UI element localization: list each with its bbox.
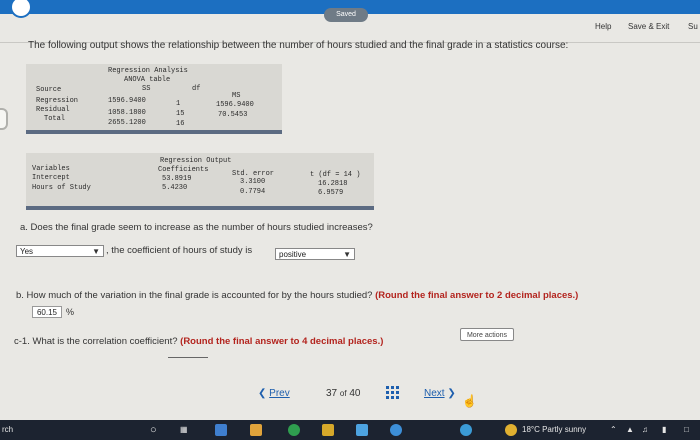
anova-row-ss: 1058.1800 xyxy=(108,109,146,117)
question-c1-instruction: (Round the final answer to 4 decimal pla… xyxy=(180,336,384,347)
anova-title: Regression Analysis xyxy=(108,67,188,75)
regression-row-coef: 53.8919 xyxy=(162,175,192,183)
regression-col-stderr: Std. error xyxy=(232,170,275,178)
regression-table: Regression Output Variables Coefficients… xyxy=(26,153,374,208)
current-page: 37 xyxy=(326,388,338,399)
anova-row-ms: 1596.9400 xyxy=(216,101,254,109)
folder-icon[interactable] xyxy=(250,424,262,436)
money-icon[interactable] xyxy=(322,424,334,436)
next-label: Next xyxy=(424,388,445,399)
cortana-icon[interactable]: ○ xyxy=(150,420,157,440)
anova-col-ss: SS xyxy=(142,85,151,93)
store-icon[interactable] xyxy=(215,424,227,436)
saved-badge: Saved xyxy=(324,8,368,22)
answer-b-unit: % xyxy=(66,307,75,317)
total-pages: 40 xyxy=(349,388,361,399)
help-icon[interactable] xyxy=(460,424,472,436)
answer-c1-input[interactable] xyxy=(168,357,208,358)
hand-cursor-icon: ☝ xyxy=(462,394,477,408)
regression-title: Regression Output xyxy=(160,157,232,165)
question-b-question: b. How much of the variation in the fina… xyxy=(16,290,373,301)
regression-row-variable: Hours of Study xyxy=(32,184,91,192)
logo-circle-icon xyxy=(10,0,32,18)
regression-row-se: 3.3100 xyxy=(240,178,266,186)
question-a-text: a. Does the final grade seem to increase… xyxy=(20,222,373,233)
page-indicator: 37 of 40 xyxy=(326,388,360,399)
question-prompt: The following output shows the relations… xyxy=(28,40,569,51)
regression-row-se: 0.7794 xyxy=(240,188,266,196)
chevron-down-icon: ▼ xyxy=(343,250,351,259)
question-a-middle-text: , the coefficient of hours of study is xyxy=(106,245,253,256)
side-panel-toggle[interactable] xyxy=(0,108,8,130)
anova-row-source: Regression xyxy=(36,97,79,105)
anova-col-df: df xyxy=(192,85,201,93)
anova-row-ss: 2655.1200 xyxy=(108,119,146,127)
submit-button[interactable]: Su xyxy=(688,22,698,31)
network-icon[interactable]: ▲ xyxy=(626,420,634,440)
answer-a-value: Yes xyxy=(20,247,34,256)
anova-row-df: 15 xyxy=(176,110,185,118)
anova-table: Regression Analysis ANOVA table Source S… xyxy=(26,64,282,130)
anova-col-ms: MS xyxy=(232,92,241,100)
page-of: of xyxy=(339,389,347,398)
coefficient-sign-select[interactable]: positive ▼ xyxy=(275,248,355,260)
coefficient-sign-value: positive xyxy=(279,250,307,259)
taskbar: rch ○ ▦ 18°C Partly sunny ⌃ ▲ ♫ ▮ □ xyxy=(0,420,700,440)
more-actions-button[interactable]: More actions xyxy=(460,328,514,341)
weather-sun-icon xyxy=(505,424,517,436)
anova-row-df: 16 xyxy=(176,120,185,128)
chevron-down-icon: ▼ xyxy=(92,247,100,256)
save-exit-button[interactable]: Save & Exit xyxy=(628,22,669,31)
battery-icon[interactable]: ▮ xyxy=(662,420,666,440)
question-c1-question: c-1. What is the correlation coefficient… xyxy=(14,336,178,347)
answer-b-input[interactable]: 60.15 xyxy=(32,306,62,318)
chrome-icon[interactable] xyxy=(288,424,300,436)
prev-button[interactable]: ❮ Prev xyxy=(258,388,290,399)
volume-icon[interactable]: ♫ xyxy=(642,420,648,440)
regression-row-variable: Intercept xyxy=(32,174,70,182)
regression-col-variables: Variables xyxy=(32,165,70,173)
notification-icon[interactable]: □ xyxy=(684,420,689,440)
help-button[interactable]: Help xyxy=(595,22,611,31)
anova-col-source: Source xyxy=(36,86,62,94)
regression-col-t: t (df = 14 ) xyxy=(310,171,361,179)
anova-subtitle: ANOVA table xyxy=(124,76,171,84)
anova-row-df: 1 xyxy=(176,100,181,108)
system-tray-chevron-icon[interactable]: ⌃ xyxy=(610,420,617,440)
anova-row-source: Total xyxy=(44,115,66,123)
prev-label: Prev xyxy=(269,388,290,399)
regression-row-t: 16.2818 xyxy=(318,180,348,188)
question-c1-text: c-1. What is the correlation coefficient… xyxy=(14,336,383,347)
grid-view-icon[interactable] xyxy=(386,386,400,403)
edge-icon[interactable] xyxy=(390,424,402,436)
anova-row-ss: 1596.9400 xyxy=(108,97,146,105)
weather-text[interactable]: 18°C Partly sunny xyxy=(522,420,586,440)
chevron-right-icon: ❯ xyxy=(447,388,456,399)
regression-row-coef: 5.4230 xyxy=(162,184,188,192)
regression-table-bar xyxy=(26,206,374,210)
mail-icon[interactable] xyxy=(356,424,368,436)
taskbar-search-stub[interactable]: rch xyxy=(2,420,13,440)
anova-row-source: Residual xyxy=(36,106,70,114)
regression-row-t: 6.9579 xyxy=(318,189,344,197)
anova-row-ms: 70.5453 xyxy=(218,111,248,119)
next-button[interactable]: Next ❯ xyxy=(424,388,456,399)
anova-table-bar xyxy=(26,130,282,134)
regression-col-coefficients: Coefficients xyxy=(158,166,209,174)
question-b-instruction: (Round the final answer to 2 decimal pla… xyxy=(375,290,579,301)
task-view-icon[interactable]: ▦ xyxy=(180,420,188,440)
question-b-text: b. How much of the variation in the fina… xyxy=(16,290,578,301)
answer-a-select[interactable]: Yes ▼ xyxy=(16,245,104,257)
chevron-left-icon: ❮ xyxy=(258,388,267,399)
